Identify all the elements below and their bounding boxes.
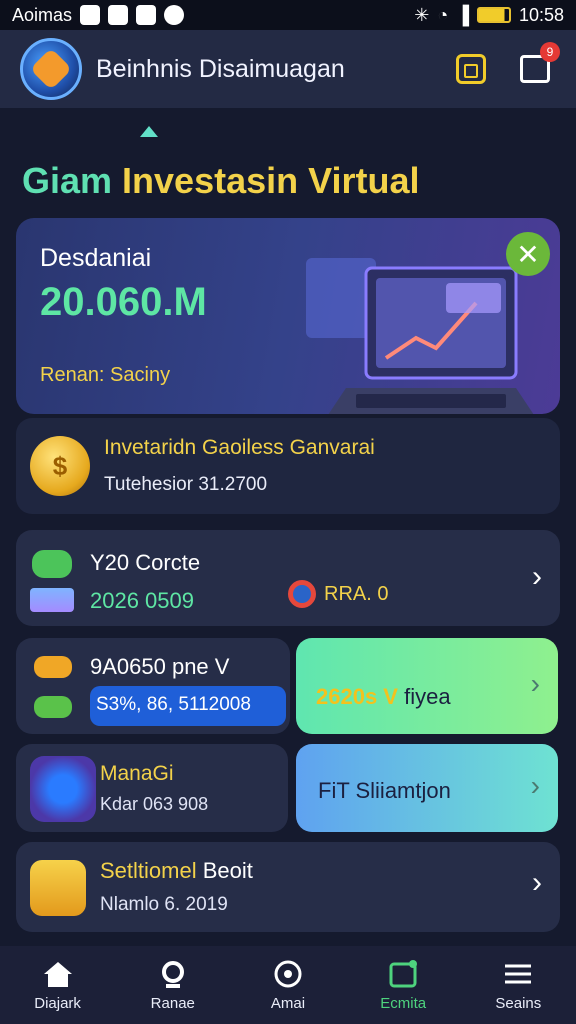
- status-pill: RRA. 0: [288, 580, 388, 608]
- wifi-icon: ◔: [437, 4, 449, 25]
- wallet-icon: [30, 860, 86, 916]
- settlement-subtitle: Nlamlo 6. 2019: [100, 894, 228, 915]
- green-card-text: 2620s V fiyea: [316, 684, 451, 710]
- row1-value: 2026 0509: [90, 588, 194, 613]
- gold-bar-icon: [34, 656, 72, 678]
- nav-label-menu: Seains: [495, 994, 542, 1012]
- status-left: Aoimas: [12, 4, 185, 26]
- green-card-rest: fiyea: [397, 684, 451, 709]
- clock: 10:58: [518, 4, 564, 25]
- battery-icon: [476, 7, 511, 23]
- vinyl-icon: [30, 756, 96, 822]
- nav-item-compass[interactable]: Amai: [238, 959, 338, 1012]
- message-icon: [108, 5, 129, 25]
- bluetooth-icon: ✳: [414, 4, 430, 25]
- chevron-right-icon[interactable]: ›: [532, 560, 542, 594]
- notifications-button[interactable]: 9: [514, 42, 560, 90]
- nav-label-search: Ranae: [150, 994, 195, 1012]
- laptop-illustration: [306, 258, 534, 414]
- page-title: Giam Investasin Virtual: [22, 160, 420, 202]
- hero-subtitle: Renan: Saciny: [40, 364, 171, 386]
- status-pill-label: RRA. 0: [324, 582, 389, 605]
- manage-subtitle: Kdar 063 908: [100, 794, 209, 814]
- info-subtitle: Tutehesior 31.2700: [104, 474, 268, 495]
- menu-icon: [505, 964, 532, 983]
- nav-label-compass: Amai: [270, 994, 306, 1012]
- settlement-title-yellow: Setltiomel: [100, 858, 203, 883]
- app-icon: [136, 5, 157, 25]
- row1-title: Y20 Corcte: [90, 550, 201, 575]
- green-card-highlight: 2620s V: [316, 684, 398, 709]
- nav-item-menu[interactable]: Seains: [468, 959, 568, 1012]
- caret-up-icon: [140, 126, 158, 137]
- home-icon: [43, 961, 72, 987]
- asset-card[interactable]: 9A0650 pne V S3%, 86, 5112008: [16, 638, 290, 734]
- nav-label-home: Diajark: [34, 994, 81, 1012]
- status-bar: Aoimas ✳ ◔ ▐ 10:58: [0, 0, 576, 30]
- info-title: Invetaridn Gaoiless Ganvarai: [104, 436, 375, 459]
- portfolio-row[interactable]: Y20 Corcte 2026 0509 RRA. 0 ›: [16, 530, 560, 626]
- nav-item-calendar[interactable]: Ecmita: [353, 959, 453, 1012]
- carrier-label: Aoimas: [12, 4, 73, 25]
- settlement-row[interactable]: Setltiomel Beoit Nlamlo 6. 2019 ›: [16, 842, 560, 932]
- chevron-right-icon[interactable]: ›: [531, 770, 540, 802]
- nav-label-calendar: Ecmita: [380, 994, 427, 1012]
- hero-label: Desdaniai: [40, 244, 152, 272]
- info-card[interactable]: $ Invetaridn Gaoiless Ganvarai Tutehesio…: [16, 418, 560, 514]
- coin-icon: $: [30, 436, 90, 496]
- logo-shape: [29, 47, 73, 91]
- app-header: Beinhnis Disaimuagan 9: [0, 30, 576, 108]
- notification-icon: [80, 5, 101, 25]
- compass-icon: [274, 960, 302, 987]
- asset-title: 9A0650 pne V: [90, 654, 230, 679]
- hero-card[interactable]: Desdaniai 20.060.M Renan: Saciny ✕: [16, 218, 560, 414]
- nav-item-home[interactable]: Diajark: [8, 959, 108, 1012]
- close-icon[interactable]: ✕: [506, 232, 550, 276]
- green-action-card[interactable]: 2620s V fiyea ›: [296, 638, 558, 734]
- manage-title: ManaGi: [100, 762, 174, 785]
- notification-badge: 9: [540, 42, 560, 62]
- record-icon: [288, 580, 316, 608]
- calendar-icon: [389, 959, 418, 987]
- manage-card[interactable]: ManaGi Kdar 063 908: [16, 744, 288, 832]
- cash-icon: [34, 696, 72, 718]
- page-title-part2: Investasin Virtual: [122, 160, 420, 201]
- bottom-nav: Diajark Ranae Amai Ecmita Seains: [0, 946, 576, 1024]
- asset-value-bar: S3%, 86, 5112008: [90, 686, 286, 726]
- chevron-right-icon[interactable]: ›: [531, 668, 540, 700]
- sync-icon: [164, 5, 185, 25]
- status-right: ✳ ◔ ▐ 10:58: [414, 5, 564, 26]
- search-icon: [161, 960, 184, 988]
- signal-icon: ▐: [456, 4, 469, 25]
- blue-card-text: FiT Sliiamtjon: [318, 778, 451, 803]
- chevron-right-icon[interactable]: ›: [532, 866, 542, 900]
- page-title-part1: Giam: [22, 160, 123, 201]
- info-text: Invetaridn Gaoiless Ganvarai Tutehesior …: [104, 436, 375, 496]
- app-title: Beinhnis Disaimuagan: [96, 54, 345, 83]
- ticket-icon: [456, 54, 486, 84]
- card-stack-icon: [30, 588, 74, 612]
- nav-item-search[interactable]: Ranae: [123, 959, 223, 1012]
- plant-icon: [32, 550, 72, 578]
- app-logo[interactable]: [20, 38, 82, 100]
- hero-value: 20.060.M: [40, 280, 207, 324]
- blue-action-card[interactable]: FiT Sliiamtjon ›: [296, 744, 558, 832]
- settlement-title: Setltiomel Beoit: [100, 858, 253, 884]
- ticket-button[interactable]: [450, 48, 492, 90]
- settlement-title-white: Beoit: [202, 858, 253, 883]
